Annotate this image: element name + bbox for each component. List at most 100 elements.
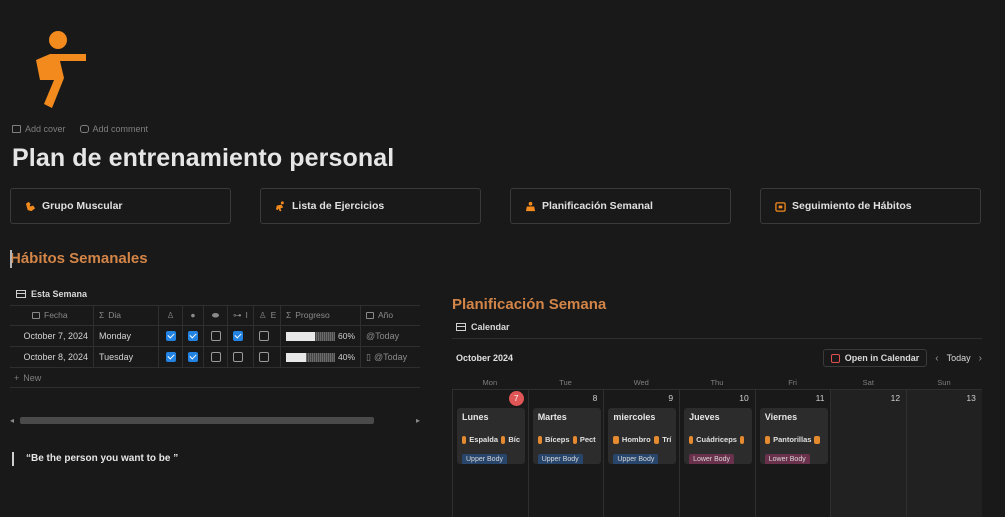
day-number: 12 <box>890 393 901 403</box>
event-card[interactable]: Jueves Cuádriceps Lower BodyLo <box>684 408 753 464</box>
habit-checkbox[interactable] <box>259 352 269 362</box>
col-pill[interactable]: ⬬ <box>204 305 228 325</box>
habit-checkbox[interactable] <box>165 352 176 362</box>
event-card[interactable]: Lunes EspaldaBíc Upper BodyUp <box>457 408 525 464</box>
habit-checkbox[interactable] <box>233 331 243 341</box>
body-tag: Lower Body <box>764 454 810 464</box>
nav-card-lista-ejercicios[interactable]: Lista de Ejercicios <box>260 188 481 224</box>
col-water[interactable]: ● <box>183 305 204 325</box>
calendar-day[interactable]: 8 Martes BícepsPect Upper BodyUp <box>527 390 604 517</box>
view-tab-esta-semana[interactable]: Esta Semana <box>16 289 87 299</box>
event-relations: Pantorillas <box>764 435 823 444</box>
cell-checkbox <box>159 347 183 367</box>
weekday-label: Fri <box>788 377 797 387</box>
event-card[interactable]: Martes BícepsPect Upper BodyUp <box>532 408 601 464</box>
calendar-day[interactable]: 13 <box>906 390 982 517</box>
cell-progreso: 60% <box>281 326 361 346</box>
habit-checkbox[interactable] <box>188 331 198 341</box>
progress-bar <box>286 352 335 362</box>
runner-icon <box>275 200 284 211</box>
muscle-arm-icon <box>25 201 36 211</box>
open-in-calendar-button[interactable]: Open in Calendar <box>822 349 928 367</box>
dumbbell-icon: ⊶ <box>233 309 242 320</box>
next-week-icon[interactable]: › <box>979 353 982 364</box>
cell-fecha[interactable]: October 8, 2024 <box>10 347 94 367</box>
event-title: miercoles <box>613 412 656 422</box>
nav-card-grupo-muscular[interactable]: Grupo Muscular <box>10 188 231 224</box>
event-relations: Hombro Trí <box>613 435 671 444</box>
cell-checkbox <box>228 347 254 367</box>
table-row[interactable]: October 8, 2024 Tuesday 40% ▯ @Today <box>10 347 420 368</box>
habit-checkbox[interactable] <box>210 331 221 341</box>
cell-checkbox <box>254 347 281 367</box>
cell-checkbox <box>254 326 281 346</box>
today-button[interactable]: Today <box>947 353 971 363</box>
planificacion-heading[interactable]: Planificación Semana <box>452 296 606 313</box>
muscle-icon <box>613 435 619 444</box>
drop-icon: ● <box>190 310 196 320</box>
squat-person-icon <box>36 31 86 108</box>
quote-block[interactable]: “Be the person you want to be ” <box>12 452 178 466</box>
event-card[interactable]: miercoles HombroTrí Upper BodyUp <box>608 408 677 464</box>
habit-checkbox[interactable] <box>188 352 198 362</box>
progress-bar <box>286 331 335 341</box>
weekday-label: Sun <box>937 377 951 387</box>
text-caret <box>10 250 12 268</box>
cell-checkbox <box>183 347 204 367</box>
table-header: Fecha Σ Dia ♙ ● ⬬ ⊶ I ♙ E Σ Progreso Año <box>10 305 420 326</box>
day-number: 8 <box>592 393 598 403</box>
calendar-day[interactable]: 12 <box>830 390 907 517</box>
scroll-right-icon[interactable]: ▸ <box>416 416 420 425</box>
habitos-heading[interactable]: Hábitos Semanales <box>10 250 148 268</box>
cell-ano: ▯ @Today <box>366 351 408 363</box>
table-row[interactable]: October 7, 2024 Monday 60% @Today <box>10 326 420 347</box>
col-gym[interactable]: ⊶ I <box>228 305 254 325</box>
cell-fecha[interactable]: October 7, 2024 <box>10 326 94 346</box>
calendar-icon <box>366 311 374 319</box>
nav-card-planificacion-semanal[interactable]: Planificación Semanal <box>510 188 731 224</box>
scrollbar-thumb[interactable] <box>20 417 374 424</box>
walk-icon: ♙ <box>166 309 175 320</box>
view-tab-calendar[interactable]: Calendar <box>452 322 982 332</box>
sigma-icon: Σ <box>286 310 292 320</box>
habit-checkbox[interactable] <box>233 352 243 362</box>
table-icon <box>16 290 26 298</box>
col-fecha[interactable]: Fecha <box>10 305 94 325</box>
add-comment-button[interactable]: Add comment <box>79 124 148 134</box>
event-card[interactable]: Viernes Pantorillas Lower BodyLo <box>759 408 828 464</box>
calendar-header: October 2024 Open in Calendar ‹ Today › <box>452 349 982 367</box>
calendar-day[interactable]: 10 Jueves Cuádriceps Lower BodyLo <box>679 390 755 517</box>
event-title: Viernes <box>764 412 798 422</box>
col-dia[interactable]: Σ Dia <box>94 305 159 325</box>
calendar-day[interactable]: 7 Lunes EspaldaBíc Upper BodyUp <box>452 390 528 517</box>
col-stretch[interactable]: ♙ E <box>254 305 281 325</box>
day-number: 9 <box>668 393 674 403</box>
calendar-day[interactable]: 11 Viernes Pantorillas Lower BodyLo <box>754 390 831 517</box>
habit-checkbox[interactable] <box>210 352 221 362</box>
col-walk[interactable]: ♙ <box>159 305 183 325</box>
prev-week-icon[interactable]: ‹ <box>935 353 938 364</box>
col-progreso[interactable]: Σ Progreso <box>281 305 361 325</box>
event-tags: Upper BodyUp <box>462 448 520 464</box>
cell-checkbox <box>204 347 228 367</box>
habit-checkbox[interactable] <box>259 331 269 341</box>
add-cover-button[interactable]: Add cover <box>12 124 66 134</box>
horizontal-scrollbar[interactable]: ◂ ▸ <box>10 416 420 426</box>
page-title[interactable]: Plan de entrenamiento personal <box>12 144 394 173</box>
day-number: 13 <box>966 393 976 403</box>
calendar-view: Calendar October 2024 Open in Calendar ‹… <box>452 322 982 517</box>
new-row-button[interactable]: + New <box>10 368 420 388</box>
day-number: 11 <box>815 393 825 403</box>
habit-checkbox[interactable] <box>165 331 176 341</box>
calendar-day[interactable]: 9 miercoles HombroTrí Upper BodyUp <box>603 390 679 517</box>
scroll-left-icon[interactable]: ◂ <box>10 416 14 425</box>
muscle-icon <box>764 435 771 444</box>
calendar-app-icon <box>830 353 840 363</box>
nav-card-seguimiento-habitos[interactable]: Seguimiento de Hábitos <box>760 188 981 224</box>
sigma-icon: Σ <box>99 310 105 320</box>
calendar-icon <box>32 311 40 319</box>
event-title: Martes <box>537 412 567 422</box>
event-title: Jueves <box>689 412 720 422</box>
event-title: Lunes <box>462 412 489 422</box>
col-ano[interactable]: Año <box>361 305 420 325</box>
